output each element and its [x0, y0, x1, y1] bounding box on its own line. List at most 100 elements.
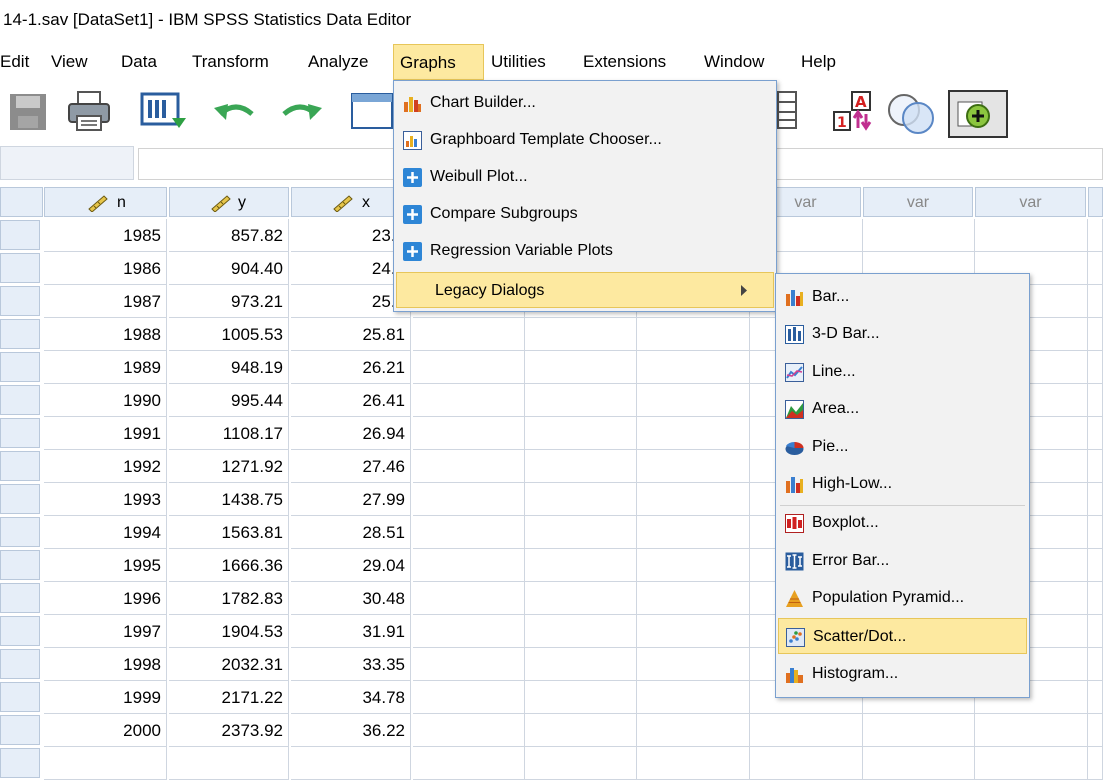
empty-cell[interactable]: [413, 747, 525, 780]
menu-edit[interactable]: Edit: [0, 44, 35, 80]
table-cell[interactable]: 1438.75: [169, 483, 289, 516]
empty-cell[interactable]: [1088, 285, 1103, 318]
table-cell[interactable]: 1563.81: [169, 516, 289, 549]
table-cell[interactable]: 1005.53: [169, 318, 289, 351]
empty-cell[interactable]: [637, 450, 750, 483]
menu-view[interactable]: View: [45, 44, 94, 80]
table-cell[interactable]: 1904.53: [169, 615, 289, 648]
empty-cell[interactable]: [863, 747, 975, 780]
table-cell[interactable]: 34.78: [291, 681, 411, 714]
table-cell[interactable]: 26.21: [291, 351, 411, 384]
empty-cell[interactable]: [413, 549, 525, 582]
menu-item-compare-subgroups[interactable]: Compare Subgroups: [396, 196, 774, 232]
empty-cell[interactable]: [637, 483, 750, 516]
empty-cell[interactable]: [413, 318, 525, 351]
table-cell[interactable]: 857.82: [169, 219, 289, 252]
empty-cell[interactable]: [750, 747, 863, 780]
save-icon[interactable]: [8, 92, 48, 132]
column-header-var[interactable]: var: [975, 187, 1086, 217]
empty-cell[interactable]: [637, 417, 750, 450]
empty-cell[interactable]: [637, 384, 750, 417]
table-cell[interactable]: 1991: [44, 417, 167, 450]
empty-cell[interactable]: [1088, 318, 1103, 351]
menu-item-error-bar[interactable]: Error Bar...: [778, 543, 1027, 579]
empty-cell[interactable]: [525, 384, 637, 417]
table-cell[interactable]: 1998: [44, 648, 167, 681]
table-cell[interactable]: 1996: [44, 582, 167, 615]
row-header[interactable]: [0, 385, 40, 415]
table-cell[interactable]: 1986: [44, 252, 167, 285]
menu-window[interactable]: Window: [698, 44, 770, 80]
empty-cell[interactable]: [863, 219, 975, 252]
menu-item-legacy-dialogs[interactable]: Legacy Dialogs: [396, 272, 774, 308]
table-cell[interactable]: 2171.22: [169, 681, 289, 714]
empty-cell[interactable]: [413, 681, 525, 714]
table-cell[interactable]: 1999: [44, 681, 167, 714]
menu-item-bar[interactable]: Bar...: [778, 279, 1027, 315]
row-header[interactable]: [0, 418, 40, 448]
empty-cell[interactable]: [1088, 615, 1103, 648]
menu-item-high-low[interactable]: High-Low...: [778, 466, 1027, 502]
menu-item-line[interactable]: Line...: [778, 354, 1027, 390]
row-header[interactable]: [0, 286, 40, 316]
table-cell[interactable]: 1989: [44, 351, 167, 384]
menu-item-chart-builder[interactable]: Chart Builder...: [396, 85, 774, 121]
empty-cell[interactable]: [413, 384, 525, 417]
use-sets-icon[interactable]: [884, 90, 940, 136]
row-header[interactable]: [0, 253, 40, 283]
empty-cell[interactable]: [637, 549, 750, 582]
row-header[interactable]: [0, 220, 40, 250]
table-cell[interactable]: 1993: [44, 483, 167, 516]
column-header-var[interactable]: var: [863, 187, 973, 217]
empty-cell[interactable]: [413, 483, 525, 516]
empty-cell[interactable]: [525, 516, 637, 549]
column-header-y[interactable]: y: [169, 187, 289, 217]
empty-cell[interactable]: [413, 516, 525, 549]
table-cell[interactable]: 1990: [44, 384, 167, 417]
empty-cell[interactable]: [637, 516, 750, 549]
table-cell[interactable]: 27.46: [291, 450, 411, 483]
row-header[interactable]: [0, 550, 40, 580]
cell-name-box[interactable]: [0, 146, 134, 180]
empty-cell[interactable]: [525, 417, 637, 450]
empty-cell[interactable]: [413, 450, 525, 483]
menu-item-area[interactable]: Area...: [778, 391, 1027, 427]
empty-cell[interactable]: [637, 714, 750, 747]
table-cell[interactable]: 1666.36: [169, 549, 289, 582]
row-header[interactable]: [0, 517, 40, 547]
column-header-n[interactable]: n: [44, 187, 167, 217]
table-cell[interactable]: 28.51: [291, 516, 411, 549]
menu-item-regression-variable-plots[interactable]: Regression Variable Plots: [396, 233, 774, 269]
menu-analyze[interactable]: Analyze: [302, 44, 374, 80]
empty-cell[interactable]: [1088, 747, 1103, 780]
table-cell[interactable]: 1988: [44, 318, 167, 351]
empty-cell[interactable]: [1088, 681, 1103, 714]
empty-cell[interactable]: [637, 747, 750, 780]
empty-cell[interactable]: [525, 714, 637, 747]
table-cell[interactable]: 1782.83: [169, 582, 289, 615]
empty-cell[interactable]: [863, 714, 975, 747]
redo-icon[interactable]: [278, 98, 322, 128]
empty-cell[interactable]: [1088, 516, 1103, 549]
table-cell[interactable]: 904.40: [169, 252, 289, 285]
table-cell[interactable]: 1987: [44, 285, 167, 318]
empty-cell[interactable]: [1088, 582, 1103, 615]
empty-cell[interactable]: [413, 417, 525, 450]
empty-cell[interactable]: [1088, 351, 1103, 384]
empty-cell[interactable]: [975, 714, 1088, 747]
table-cell[interactable]: [291, 747, 411, 780]
table-cell[interactable]: 29.04: [291, 549, 411, 582]
menu-item-boxplot[interactable]: Boxplot...: [778, 505, 1027, 541]
empty-cell[interactable]: [1088, 252, 1103, 285]
goto-case-icon[interactable]: [350, 92, 394, 132]
empty-cell[interactable]: [637, 318, 750, 351]
table-cell[interactable]: 26.94: [291, 417, 411, 450]
table-cell[interactable]: 1994: [44, 516, 167, 549]
table-cell[interactable]: 25.81: [291, 318, 411, 351]
empty-cell[interactable]: [413, 648, 525, 681]
menu-graphs[interactable]: Graphs: [393, 44, 484, 80]
table-cell[interactable]: 2032.31: [169, 648, 289, 681]
table-cell[interactable]: 30.48: [291, 582, 411, 615]
row-header[interactable]: [0, 682, 40, 712]
empty-cell[interactable]: [1088, 483, 1103, 516]
